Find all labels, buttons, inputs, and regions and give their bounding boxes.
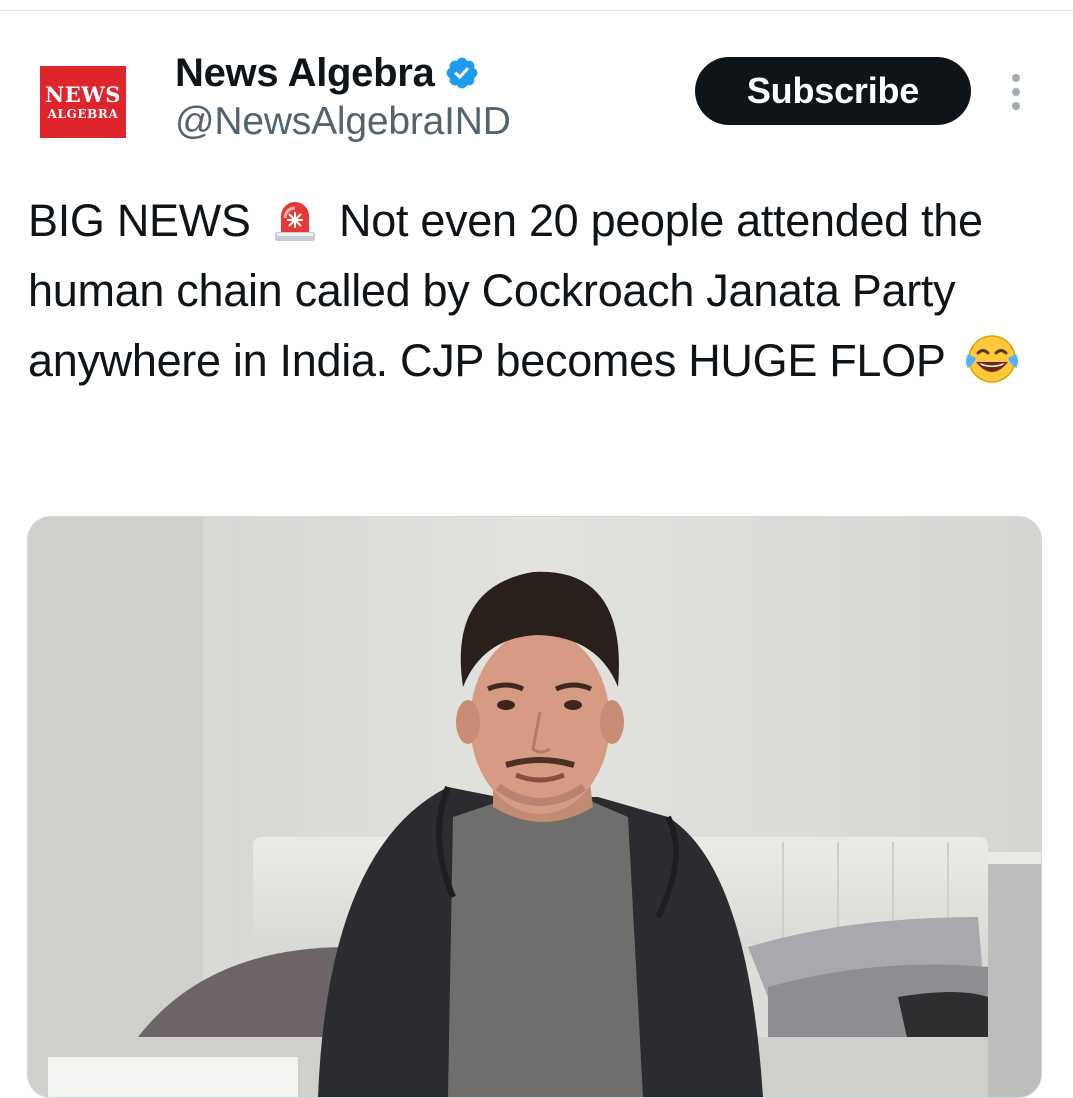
photo-illustration — [28, 517, 1041, 1097]
tweet-text: BIG NEWS Not even 20 people attended the… — [28, 186, 1048, 396]
avatar-logo-line2: ALGEBRA — [47, 107, 119, 121]
avatar-logo-line1: NEWS — [45, 82, 121, 107]
police-car-light-icon — [274, 202, 315, 241]
author-name-row: News Algebra — [175, 48, 480, 98]
face-with-tears-of-joy-icon — [965, 335, 1018, 383]
tweet-text-part1: BIG NEWS — [28, 195, 251, 246]
more-options-icon[interactable] — [1001, 70, 1031, 114]
tweet-media-image[interactable] — [27, 516, 1042, 1098]
author-handle[interactable]: @NewsAlgebraIND — [175, 100, 511, 144]
avatar[interactable]: NEWS ALGEBRA — [40, 66, 126, 138]
top-divider — [0, 10, 1073, 11]
display-name[interactable]: News Algebra — [175, 51, 435, 96]
verified-badge-icon — [447, 57, 478, 89]
subscribe-button[interactable]: Subscribe — [695, 57, 971, 125]
